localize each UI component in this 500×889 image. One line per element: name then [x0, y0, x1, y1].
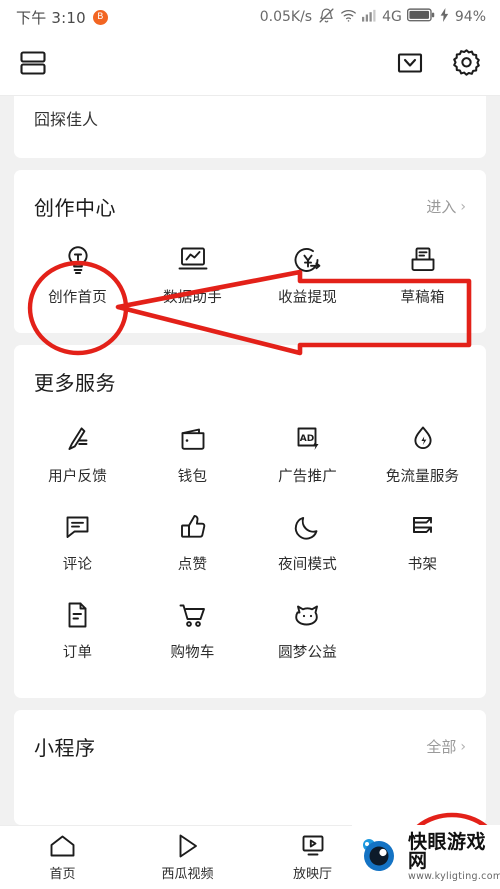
more-services-card: 更多服务 用户反馈 钱包 AD 广告推广 免流量服务 评论 点赞 夜间模式 书架… [14, 345, 486, 698]
more-services-header: 更多服务 [14, 345, 486, 400]
play-triangle-icon [174, 833, 201, 859]
grid-item-label: 点赞 [177, 557, 208, 573]
split-screen-icon[interactable] [18, 48, 48, 82]
ad-bolt-icon: AD [293, 422, 323, 456]
mini-programs-all-link[interactable]: 全部 › [426, 736, 466, 757]
grid-item-charity[interactable]: 圆梦公益 [250, 584, 365, 672]
grid-item-label: 订单 [62, 645, 93, 661]
wallet-icon [178, 422, 208, 456]
grid-item-label: 用户反馈 [48, 469, 107, 485]
grid-item-label: 草稿箱 [400, 290, 445, 306]
mini-programs-title: 小程序 [34, 736, 96, 760]
grid-item-orders[interactable]: 订单 [20, 584, 135, 672]
scroll-container[interactable]: 囧探佳人 创作中心 进入 › 创作首页 数据助手 收益提现 草稿箱 更多服务 用… [0, 96, 500, 825]
app-header [0, 34, 500, 96]
blue-eye-logo [358, 835, 402, 879]
grid-item-shopping-cart[interactable]: 购物车 [135, 584, 250, 672]
partial-top-card[interactable]: 囧探佳人 [14, 96, 486, 158]
nav-item-label: 西瓜视频 [161, 867, 214, 882]
bookshelf-icon [408, 510, 437, 544]
watermark-url: www.kyligting.com [408, 870, 500, 882]
droplet-bolt-icon [409, 422, 437, 456]
shopping-cart-icon [177, 598, 208, 632]
grid-item-label: 钱包 [177, 469, 208, 485]
nav-item-label: 放映厅 [292, 867, 332, 882]
partial-card-text: 囧探佳人 [34, 110, 99, 129]
grid-item-label: 广告推广 [278, 469, 337, 485]
grid-item-empty [365, 584, 480, 672]
mini-programs-card: 小程序 全部 › [14, 710, 486, 825]
nav-item-home[interactable]: 首页 [0, 833, 125, 882]
grid-item-label: 夜间模式 [278, 557, 337, 573]
app-badge-icon: B [92, 9, 108, 25]
grid-item-label: 创作首页 [48, 290, 107, 306]
status-time: 下午 3:10 [16, 8, 86, 27]
grid-item-wallet[interactable]: 钱包 [135, 408, 250, 496]
moon-icon [293, 510, 322, 544]
grid-item-label: 圆梦公益 [278, 645, 337, 661]
chart-monitor-icon [177, 243, 209, 277]
thumbs-up-icon [178, 510, 207, 544]
watermark: 快眼游戏网 www.kyligting.com [352, 825, 500, 889]
network-type: 4G [382, 9, 402, 25]
document-order-icon [64, 598, 91, 632]
grid-item-bookshelf[interactable]: 书架 [365, 496, 480, 584]
grid-item-label: 购物车 [170, 645, 215, 661]
more-services-grid: 用户反馈 钱包 AD 广告推广 免流量服务 评论 点赞 夜间模式 书架 订单 购… [14, 400, 486, 698]
battery-icon [406, 8, 435, 26]
lightbulb-icon [63, 243, 93, 277]
grid-item-likes[interactable]: 点赞 [135, 496, 250, 584]
network-speed: 0.05K/s [259, 9, 313, 25]
status-bar: 下午 3:10 B 0.05K/s 4G 94% [0, 0, 500, 34]
inbox-icon[interactable] [395, 48, 425, 82]
watermark-site-name: 快眼游戏网 [408, 830, 487, 872]
creation-center-title: 创作中心 [34, 196, 116, 220]
screening-room-icon [299, 833, 327, 859]
creation-center-enter-label: 进入 [426, 198, 457, 216]
watermark-text: 快眼游戏网 www.kyligting.com [408, 830, 500, 882]
more-services-title: 更多服务 [34, 371, 116, 395]
wifi-icon [340, 8, 357, 27]
draft-inbox-icon [408, 243, 438, 277]
header-actions [395, 47, 482, 82]
home-icon [49, 833, 76, 859]
grid-item-label: 书架 [407, 557, 438, 573]
creation-center-header: 创作中心 进入 › [14, 170, 486, 225]
nav-item-xigua-video[interactable]: 西瓜视频 [125, 833, 250, 882]
grid-item-user-feedback[interactable]: 用户反馈 [20, 408, 135, 496]
mute-bell-icon [318, 7, 335, 28]
mini-programs-all-label: 全部 [426, 738, 457, 756]
battery-percent: 94% [454, 9, 486, 25]
gear-icon[interactable] [451, 47, 482, 82]
status-bar-left: 下午 3:10 B [16, 7, 108, 28]
creation-center-card: 创作中心 进入 › 创作首页 数据助手 收益提现 草稿箱 [14, 170, 486, 333]
grid-item-comments[interactable]: 评论 [20, 496, 135, 584]
yuan-clock-arrow-icon [292, 243, 324, 277]
grid-item-night-mode[interactable]: 夜间模式 [250, 496, 365, 584]
cat-charity-icon [292, 598, 323, 632]
charging-bolt-icon [440, 8, 449, 26]
grid-item-draft-box[interactable]: 草稿箱 [365, 233, 480, 313]
mini-programs-header: 小程序 全部 › [14, 710, 486, 765]
creation-center-enter-link[interactable]: 进入 › [426, 196, 466, 217]
grid-item-label: 评论 [62, 557, 93, 573]
creation-center-grid: 创作首页 数据助手 收益提现 草稿箱 [14, 225, 486, 333]
comment-icon [63, 510, 92, 544]
grid-item-label: 数据助手 [163, 290, 222, 306]
grid-item-ad-promotion[interactable]: AD 广告推广 [250, 408, 365, 496]
grid-item-data-assistant[interactable]: 数据助手 [135, 233, 250, 313]
grid-item-creation-home[interactable]: 创作首页 [20, 233, 135, 313]
grid-item-income-withdraw[interactable]: 收益提现 [250, 233, 365, 313]
grid-item-label: 收益提现 [278, 290, 337, 306]
grid-item-free-data-service[interactable]: 免流量服务 [365, 408, 480, 496]
signal-bars-icon [362, 8, 377, 26]
pencil-feedback-icon [63, 422, 93, 456]
chevron-right-icon: › [460, 198, 466, 215]
grid-item-label: 免流量服务 [385, 469, 460, 485]
nav-item-label: 首页 [49, 867, 76, 882]
chevron-right-icon: › [460, 738, 466, 755]
svg-text:AD: AD [299, 434, 313, 444]
status-bar-right: 0.05K/s 4G 94% [260, 7, 486, 28]
